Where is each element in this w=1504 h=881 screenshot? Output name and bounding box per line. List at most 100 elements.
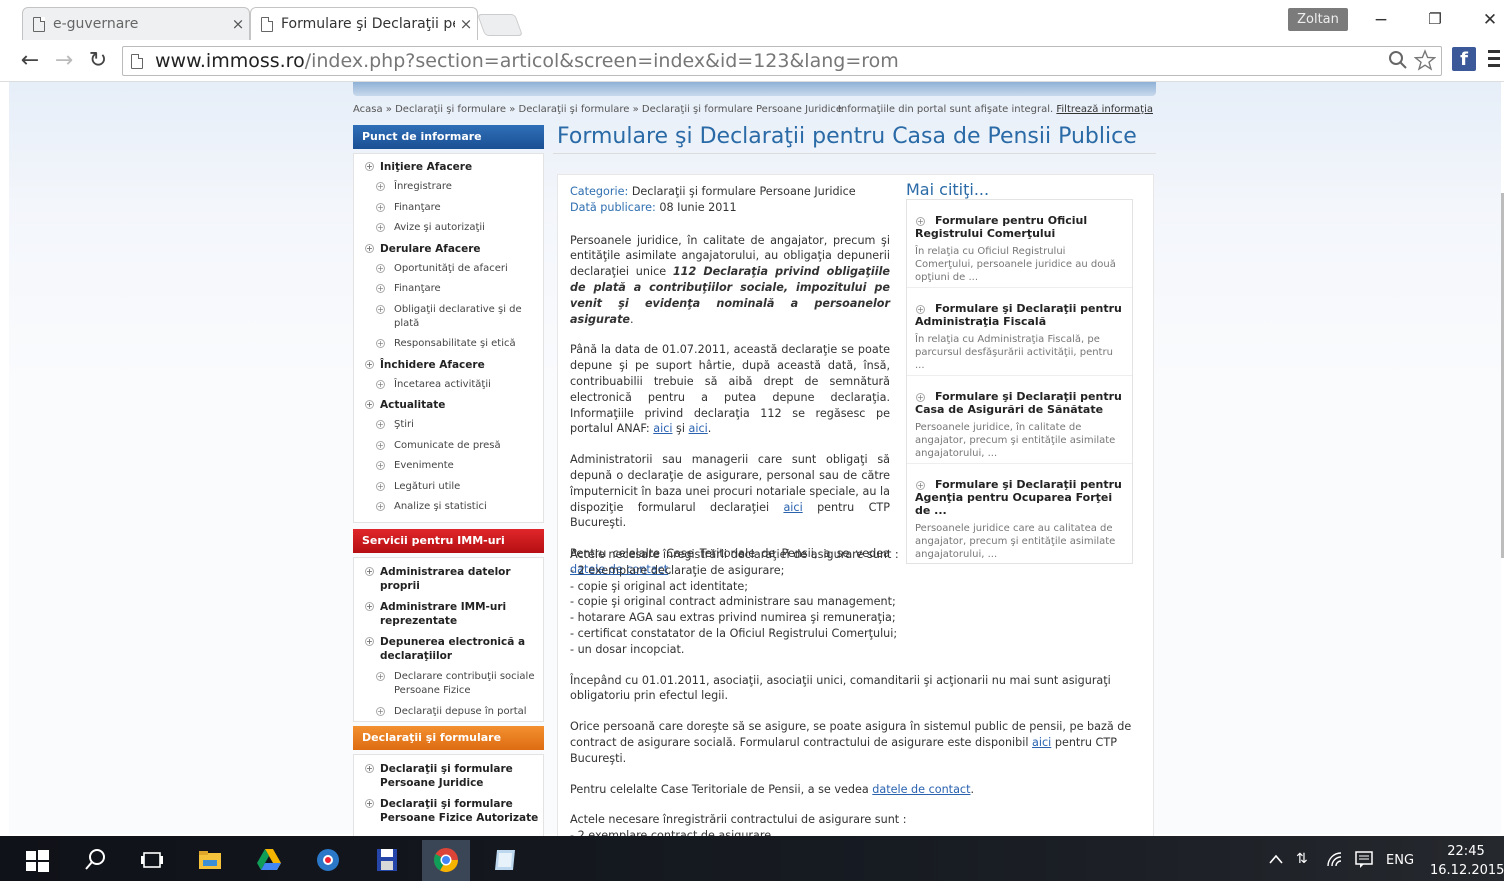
sidebar-item[interactable]: + Evenimente [354, 459, 543, 473]
save-disk-icon[interactable] [373, 846, 401, 874]
sidebar-item[interactable]: + Declarare contribuţii sociale Persoane … [354, 670, 543, 698]
sidebar-item[interactable]: + Declaraţii şi formulare Persoane Juridi… [354, 762, 543, 790]
sidebar-item[interactable]: + Finanţare [354, 282, 543, 296]
sidebar-item-label: Închidere Afacere [380, 358, 485, 371]
contract-form-link[interactable]: aici [1032, 736, 1051, 749]
sidebar-item-label: Finanţare [394, 283, 441, 294]
network-tray-icon[interactable]: ⇅ [1296, 851, 1308, 867]
sidebar-item[interactable]: + Actualitate [354, 398, 543, 412]
close-tab-icon[interactable]: × [455, 15, 477, 33]
browser-menu-icon[interactable] [1488, 50, 1500, 68]
anaf-link-1[interactable]: aici [653, 422, 672, 435]
sidebar-item[interactable]: + Avize şi autorizaţii [354, 221, 543, 235]
sidebar-item[interactable]: + Administrarea datelor proprii [354, 565, 543, 593]
sidebar-item-label: Analize şi statistici [394, 501, 487, 512]
chrome-icon[interactable] [432, 846, 460, 874]
sidebar-item-label: Evenimente [394, 460, 454, 471]
sidebar-item[interactable]: + Iniţiere Afacere [354, 160, 543, 174]
sidebar-item[interactable]: + Analize şi statistici [354, 500, 543, 514]
expand-plus-icon: + [376, 263, 385, 273]
sidebar-item-label: Finanţare [394, 201, 441, 213]
network-app-icon[interactable] [314, 846, 342, 874]
forward-button[interactable]: → [50, 47, 78, 75]
related-article[interactable]: + Formulare şi Declaraţii pentru Administ… [907, 288, 1132, 376]
anaf-link-2[interactable]: aici [689, 422, 708, 435]
address-bar[interactable]: www.immoss.ro/index.php?section=articol&… [122, 46, 1442, 76]
sidebar-item[interactable]: + Depunerea electronică a declaraţiilor [354, 635, 543, 663]
expand-plus-icon: + [365, 243, 374, 253]
page-icon [131, 53, 143, 69]
language-indicator[interactable]: ENG [1386, 853, 1414, 868]
wifi-icon[interactable] [1326, 851, 1344, 867]
sidebar-item-label: Legături utile [394, 480, 461, 492]
search-icon[interactable] [82, 846, 110, 874]
tab-formulare[interactable]: Formulare şi Declaraţii pen × [250, 7, 478, 40]
notes-app-icon[interactable] [491, 846, 519, 874]
google-drive-icon[interactable] [255, 846, 283, 874]
related-article-title[interactable]: Formulare pentru Oficiul Registrului Com… [915, 214, 1124, 240]
sidebar-item-label: Obligaţii declarative şi de plată [394, 303, 522, 329]
task-view-icon[interactable] [138, 846, 166, 874]
sidebar-item[interactable]: + Administrare IMM-uri reprezentate [354, 600, 543, 628]
close-tab-icon[interactable]: × [227, 15, 249, 33]
sidebar-item[interactable]: + Înregistrare [354, 180, 543, 194]
filter-info-link[interactable]: Filtrează informaţia [1056, 104, 1153, 115]
sidebar-item[interactable]: + Finanţare [354, 201, 543, 215]
new-tab-button[interactable] [476, 14, 524, 36]
sidebar-item[interactable]: + Ştiri [354, 418, 543, 432]
related-article-title[interactable]: Formulare şi Declaraţii pentru Agenţia p… [915, 478, 1124, 517]
sidebar-item[interactable]: + Responsabilitate şi etică [354, 337, 543, 351]
list-title: Actele necesare înregistrării declaraţie… [570, 548, 899, 561]
list-title: Actele necesare înregistrării contractul… [570, 813, 907, 827]
profile-button[interactable]: Zoltan [1288, 8, 1348, 31]
sidebar-item[interactable]: + Derulare Afacere [354, 242, 543, 256]
expand-plus-icon: + [365, 602, 374, 611]
sidebar-heading: Punct de informare [353, 125, 544, 149]
restore-button[interactable]: ❐ [1415, 10, 1455, 34]
sidebar-item-label: Ştiri [394, 419, 414, 430]
back-button[interactable]: ← [16, 47, 44, 75]
sidebar-item[interactable]: + Declaraţii şi formulare Persoane Fizice… [354, 797, 543, 825]
related-article[interactable]: + Formulare şi Declaraţii pentru Agenţia … [907, 464, 1132, 560]
zoom-icon[interactable] [1388, 50, 1408, 70]
sidebar-item[interactable]: + Oportunităţi de afaceri [354, 262, 543, 276]
windows-start-icon[interactable] [22, 846, 52, 876]
close-window-button[interactable]: ✕ [1470, 10, 1504, 34]
expand-plus-icon: + [365, 764, 374, 773]
sidebar-item[interactable]: + Declaraţii depuse în portal [354, 705, 543, 719]
sidebar-item[interactable]: + Comunicate de presă [354, 439, 543, 453]
related-article-summary: Persoanele juridice care au calitatea de… [915, 523, 1116, 560]
sidebar-heading: Servicii pentru IMM-uri [353, 529, 544, 553]
date-label: Dată publicare: [570, 200, 656, 214]
facebook-extension-icon[interactable]: f [1452, 47, 1476, 71]
url-host: www.immoss.ro [155, 50, 305, 72]
article-body: Categorie: Declaraţii şi formulare Perso… [570, 184, 890, 593]
taskbar-clock[interactable]: 22:45 16.12.2015 [1430, 842, 1504, 880]
chevron-up-icon[interactable] [1268, 852, 1284, 866]
related-article[interactable]: + Formulare pentru Oficiul Registrului Co… [907, 200, 1132, 288]
clock-date: 16.12.2015 [1430, 863, 1504, 878]
expand-plus-icon: + [916, 305, 925, 314]
contact-link[interactable]: datele de contact [872, 783, 970, 796]
title-divider [553, 153, 1156, 154]
list-item: - un dosar incopciat. [570, 642, 685, 656]
related-article-title[interactable]: Formulare şi Declaraţii pentru Casa de A… [915, 390, 1124, 416]
sidebar-item[interactable]: + Închidere Afacere [354, 358, 543, 372]
breadcrumb-trail[interactable]: Acasa » Declaraţii şi formulare » Declar… [353, 104, 842, 115]
bookmark-star-icon[interactable] [1414, 49, 1436, 71]
related-article-title[interactable]: Formulare şi Declaraţii pentru Administr… [915, 302, 1124, 328]
file-explorer-icon[interactable] [196, 846, 224, 874]
tab-e-guvernare[interactable]: e-guvernare × [22, 7, 250, 40]
related-article[interactable]: + Formulare şi Declaraţii pentru Casa de … [907, 376, 1132, 464]
action-center-icon[interactable] [1354, 850, 1374, 868]
reload-button[interactable]: ↻ [84, 47, 112, 75]
minimize-button[interactable]: − [1361, 10, 1401, 34]
declaration-form-link[interactable]: aici [783, 501, 802, 514]
sidebar-item[interactable]: + Încetarea activităţii [354, 378, 543, 392]
list-item: - copie şi original contract administrar… [570, 595, 896, 609]
paragraph-text: Pentru celelalte Case Teritoriale de Pen… [570, 782, 869, 796]
list-item: - 2 exemplare declaraţie de asigurare; [570, 563, 785, 577]
sidebar-item[interactable]: + Legături utile [354, 480, 543, 494]
category-value: Declaraţii şi formulare Persoane Juridic… [631, 185, 856, 198]
sidebar-item[interactable]: + Obligaţii declarative şi de plată [354, 303, 543, 331]
